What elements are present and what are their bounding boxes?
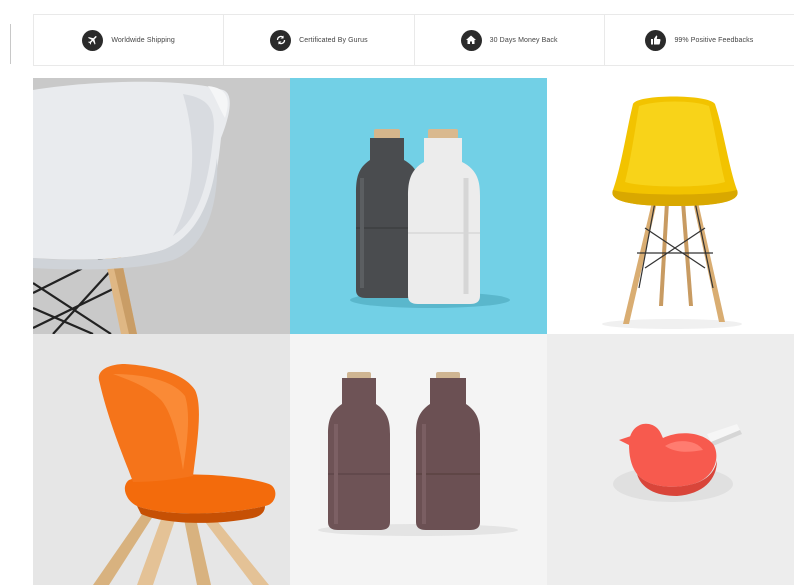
product-tile-grinder-bottles-brown[interactable] — [290, 334, 547, 585]
feature-money-back[interactable]: 30 Days Money Back — [415, 15, 605, 65]
feature-certificated[interactable]: Certificated By Gurus — [224, 15, 415, 65]
feature-worldwide-shipping[interactable]: Worldwide Shipping — [34, 15, 225, 65]
feature-label: 30 Days Money Back — [489, 36, 558, 44]
orange-chair-image — [33, 334, 290, 585]
grinder-bottles-image — [290, 78, 547, 334]
product-tile-orange-chair[interactable] — [33, 334, 290, 585]
product-tile-grinder-bottles-grey-white[interactable] — [290, 78, 547, 334]
feature-label: Certificated By Gurus — [299, 36, 368, 44]
left-divider — [10, 24, 11, 64]
product-grid — [33, 78, 794, 585]
product-tile-yellow-chair[interactable] — [547, 78, 794, 334]
feature-positive-feedback[interactable]: 99% Positive Feedbacks — [605, 15, 794, 65]
yellow-chair-image — [547, 78, 794, 334]
airplane-icon — [82, 29, 104, 51]
product-tile-bird-hook[interactable] — [547, 334, 794, 585]
bird-hook-image — [547, 334, 794, 585]
home-icon — [460, 29, 482, 51]
white-chair-image — [33, 78, 290, 334]
product-tile-white-chair[interactable] — [33, 78, 290, 334]
brown-grinder-bottles-image — [290, 334, 547, 585]
features-bar: Worldwide Shipping Certificated By Gurus… — [33, 14, 794, 66]
refresh-icon — [270, 29, 292, 51]
page: Worldwide Shipping Certificated By Gurus… — [0, 0, 794, 585]
thumbs-up-icon — [645, 29, 667, 51]
feature-label: 99% Positive Feedbacks — [674, 36, 754, 44]
feature-label: Worldwide Shipping — [111, 36, 175, 44]
